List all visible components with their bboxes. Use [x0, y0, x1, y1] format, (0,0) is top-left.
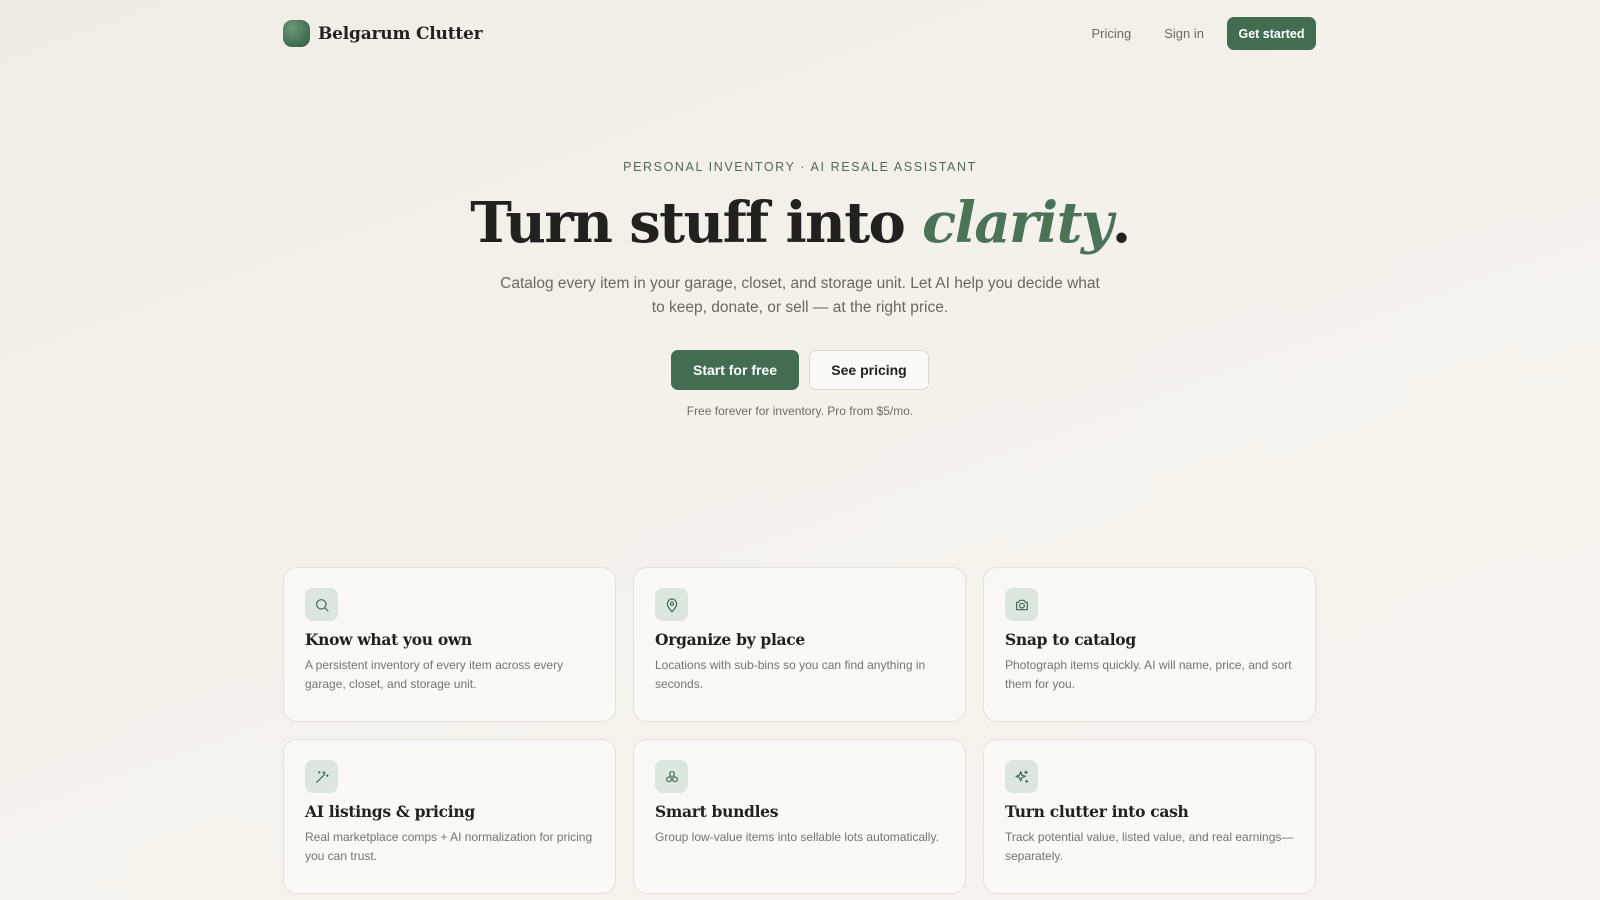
see-pricing-button[interactable]: See pricing: [809, 350, 929, 390]
map-pin-icon: [655, 588, 688, 621]
hero-cta-row: Start for free See pricing: [0, 350, 1600, 390]
top-navigation: Belgarum Clutter Pricing Sign in Get sta…: [283, 17, 1316, 50]
logo-icon: [283, 20, 310, 47]
nav-sign-in-link[interactable]: Sign in: [1164, 26, 1204, 41]
feature-card: Snap to catalog Photograph items quickly…: [983, 567, 1316, 722]
magic-wand-icon: [305, 760, 338, 793]
feature-card: Turn clutter into cash Track potential v…: [983, 739, 1316, 894]
feature-grid: Know what you own A persistent inventory…: [283, 567, 1317, 894]
nav-links: Pricing Sign in Get started: [1092, 17, 1316, 50]
get-started-button[interactable]: Get started: [1227, 17, 1316, 50]
start-free-button[interactable]: Start for free: [671, 350, 799, 390]
headline-main: Turn stuff into: [470, 190, 923, 256]
hero-subtitle: Catalog every item in your garage, close…: [500, 275, 1100, 316]
feature-card: Smart bundles Group low-value items into…: [633, 739, 966, 894]
feature-title: Organize by place: [655, 630, 805, 649]
headline-accent: clarity: [922, 190, 1113, 256]
feature-description: Track potential value, listed value, and…: [1005, 830, 1294, 863]
feature-title: Know what you own: [305, 630, 472, 649]
nav-pricing-link[interactable]: Pricing: [1092, 26, 1132, 41]
feature-title: Snap to catalog: [1005, 630, 1136, 649]
feature-card: Know what you own A persistent inventory…: [283, 567, 616, 722]
feature-description: Photograph items quickly. AI will name, …: [1005, 658, 1292, 691]
feature-description: Real marketplace comps + AI normalizatio…: [305, 830, 593, 863]
brand[interactable]: Belgarum Clutter: [283, 20, 483, 47]
feature-description: Locations with sub-bins so you can find …: [655, 658, 926, 691]
brand-name: Belgarum Clutter: [318, 23, 483, 44]
feature-title: Smart bundles: [655, 802, 779, 821]
headline-end: .: [1111, 190, 1131, 256]
feature-title: Turn clutter into cash: [1005, 802, 1189, 821]
hero-headline: Turn stuff into clarity.: [0, 188, 1600, 258]
feature-description: A persistent inventory of every item acr…: [305, 658, 564, 691]
camera-icon: [1005, 588, 1038, 621]
hero-eyebrow: PERSONAL INVENTORY · AI RESALE ASSISTANT: [623, 160, 977, 174]
search-icon: [305, 588, 338, 621]
feature-card: AI listings & pricing Real marketplace c…: [283, 739, 616, 894]
sparkles-icon: [1005, 760, 1038, 793]
pricing-fine-print: Free forever for inventory. Pro from $5/…: [686, 404, 914, 418]
boxes-icon: [655, 760, 688, 793]
feature-card: Organize by place Locations with sub-bin…: [633, 567, 966, 722]
feature-title: AI listings & pricing: [305, 802, 475, 821]
feature-description: Group low-value items into sellable lots…: [655, 830, 939, 844]
